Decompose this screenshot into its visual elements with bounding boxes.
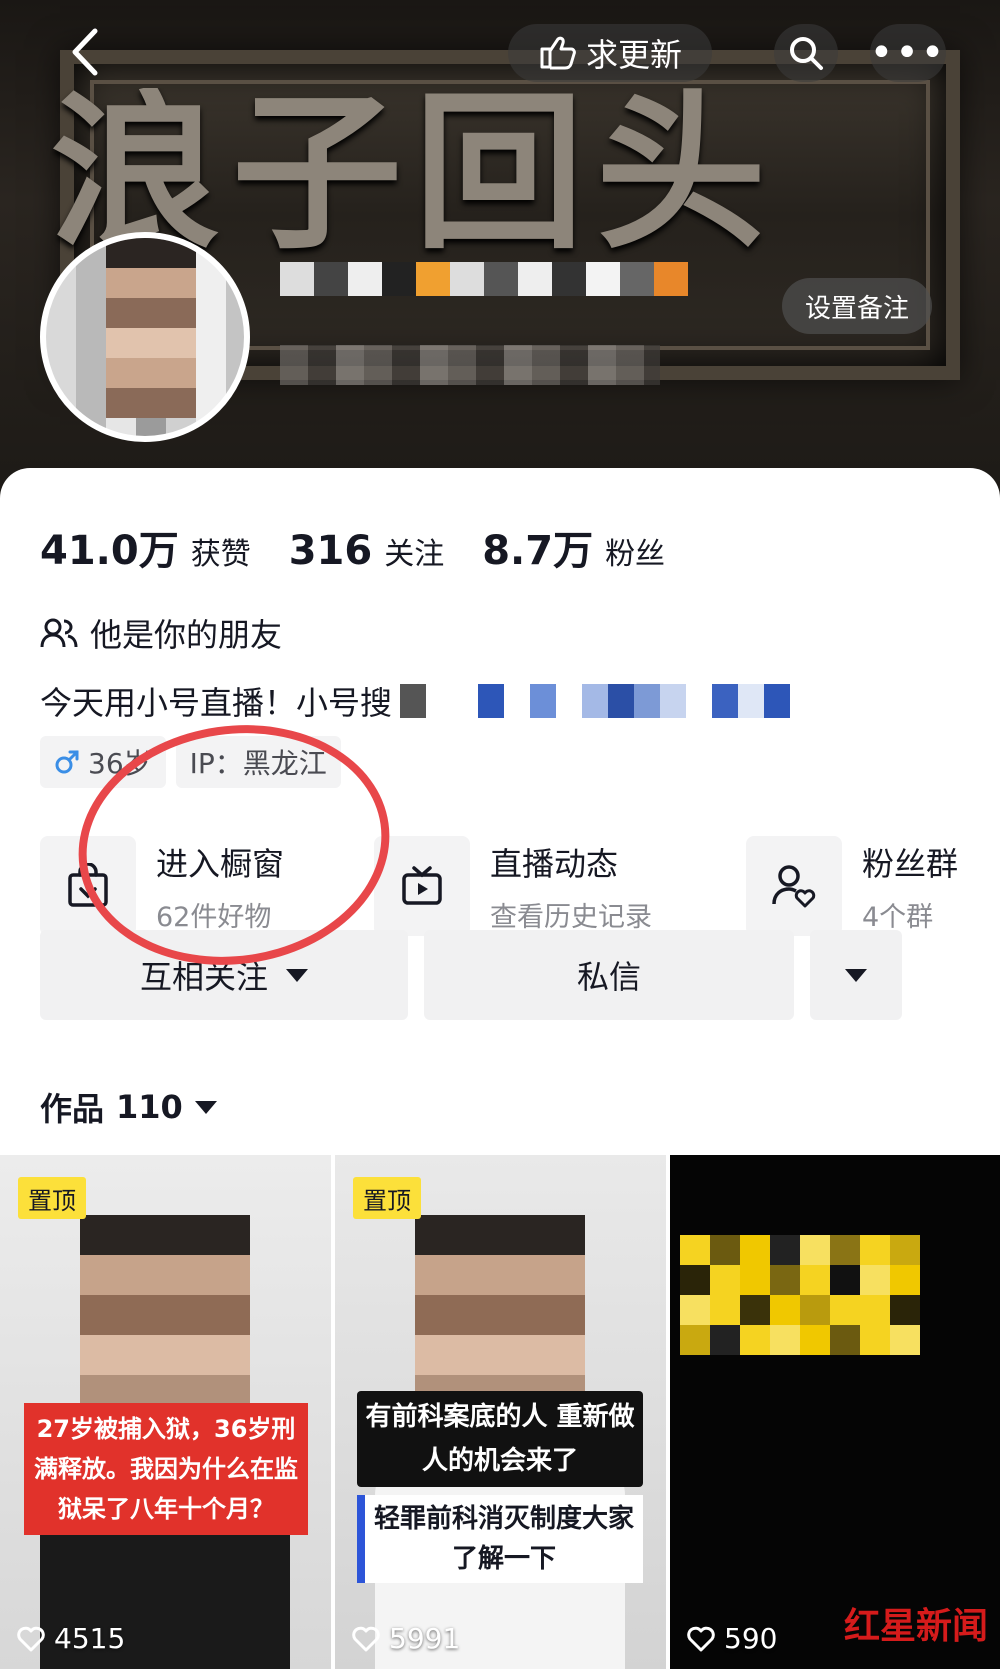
video-tile[interactable]: 置顶 有前科案底的人 重新做人的机会来了 轻罪前科消灭制度大家了解一下 5991 [335, 1155, 666, 1669]
caret-down-icon [194, 1100, 217, 1114]
video-grid: 置顶 27岁被捕入狱，36岁刑满释放。我因为什么在监狱呆了八年十个月？ 4515… [0, 1155, 1000, 1669]
profile-tags: 36岁 IP：黑龙江 [40, 736, 341, 788]
following-label[interactable]: 关注 [384, 529, 444, 573]
video-tile[interactable]: 置顶 27岁被捕入狱，36岁刑满释放。我因为什么在监狱呆了八年十个月？ 4515 [0, 1155, 331, 1669]
search-icon [790, 37, 823, 70]
message-label: 私信 [576, 958, 641, 996]
back-button[interactable] [54, 22, 114, 82]
heart-icon [687, 1626, 715, 1651]
fans-label[interactable]: 粉丝 [605, 529, 665, 573]
bio-mosaic [400, 684, 791, 718]
more-actions-button[interactable] [810, 930, 902, 1020]
fans-count[interactable]: 8.7万 [482, 518, 593, 576]
fan-group-icon [772, 865, 816, 908]
caret-down-icon [286, 968, 308, 982]
profile-banner: 浪子回头 求更新 ••• 设置备注 [0, 0, 1000, 500]
friends-icon [40, 618, 78, 648]
video-likes: 5991 [351, 1622, 460, 1655]
avatar[interactable] [40, 232, 250, 442]
video-likes: 4515 [16, 1622, 125, 1655]
search-button[interactable] [774, 24, 838, 82]
feature-entries: 进入橱窗 62件好物 直播动态 查看历史记录 粉丝群 4个群 [40, 836, 1000, 936]
entry-fan-group[interactable]: 粉丝群 4个群 [746, 836, 958, 936]
request-update-label: 求更新 [585, 36, 682, 74]
set-remark-button[interactable]: 设置备注 [782, 278, 932, 334]
age-text: 36岁 [88, 747, 152, 780]
entry-fan-group-sub: 4个群 [862, 901, 934, 933]
friend-status: 他是你的朋友 [40, 610, 282, 656]
caret-down-icon [845, 968, 867, 982]
hand-point-icon [540, 36, 576, 70]
ip-text: IP：黑龙江 [189, 747, 327, 780]
friend-status-text: 他是你的朋友 [90, 616, 283, 654]
entry-showcase[interactable]: 进入橱窗 62件好物 [40, 836, 284, 936]
age-tag: 36岁 [40, 736, 166, 788]
top-bar: 求更新 ••• [0, 18, 1000, 88]
action-buttons: 互相关注 私信 [40, 930, 960, 1020]
banner-title: 浪子回头 [50, 88, 779, 258]
video-tile[interactable]: 590 红星新闻 [670, 1155, 1000, 1669]
heart-icon [17, 1626, 45, 1651]
video-caption: 27岁被捕入狱，36岁刑满释放。我因为什么在监狱呆了八年十个月？ [24, 1403, 308, 1535]
entry-showcase-title: 进入橱窗 [156, 844, 285, 883]
heart-icon [352, 1626, 380, 1651]
bio-text: 今天用小号直播！小号搜 [40, 684, 393, 722]
likes-count: 41.0万 [40, 528, 179, 574]
video-likes: 590 [686, 1622, 777, 1655]
request-update-button[interactable]: 求更新 [508, 24, 712, 82]
mutual-follow-label: 互相关注 [139, 958, 268, 996]
works-count: 110 [116, 1088, 183, 1126]
username-mosaic [280, 262, 688, 296]
entry-fan-group-title: 粉丝群 [862, 844, 959, 883]
back-arrow-icon [72, 28, 98, 76]
video-caption: 有前科案底的人 重新做人的机会来了 [357, 1391, 643, 1487]
following-count[interactable]: 316 [289, 528, 373, 574]
more-button[interactable]: ••• [870, 24, 946, 82]
video-likes-count: 5991 [389, 1622, 461, 1655]
bio: 今天用小号直播！小号搜 [40, 678, 791, 724]
message-button[interactable]: 私信 [424, 930, 794, 1020]
watermark-logo: 红星新闻 [843, 1605, 988, 1647]
more-dots-icon: ••• [869, 30, 947, 76]
user-id-mosaic [280, 345, 660, 385]
video-caption-secondary: 轻罪前科消灭制度大家了解一下 [357, 1495, 643, 1583]
shop-bag-icon [68, 863, 108, 907]
ip-tag: IP：黑龙江 [175, 736, 341, 788]
pinned-badge: 置顶 [18, 1177, 86, 1219]
works-tab[interactable]: 作品 110 [40, 1084, 217, 1130]
pinned-badge: 置顶 [353, 1177, 421, 1219]
entry-live[interactable]: 直播动态 查看历史记录 [374, 836, 652, 936]
profile-stats: 41.0万 获赞 316 关注 8.7万 粉丝 [40, 518, 703, 576]
tv-icon [402, 866, 442, 905]
entry-showcase-sub: 62件好物 [156, 901, 272, 933]
male-icon [55, 750, 79, 774]
pixelated-text [680, 1235, 920, 1355]
mutual-follow-button[interactable]: 互相关注 [40, 930, 408, 1020]
entry-live-sub: 查看历史记录 [490, 901, 652, 933]
likes-label: 获赞 [190, 537, 251, 572]
video-likes-count: 590 [724, 1622, 778, 1655]
works-label: 作品 [40, 1090, 105, 1128]
video-likes-count: 4515 [54, 1622, 126, 1655]
entry-live-title: 直播动态 [490, 844, 619, 883]
